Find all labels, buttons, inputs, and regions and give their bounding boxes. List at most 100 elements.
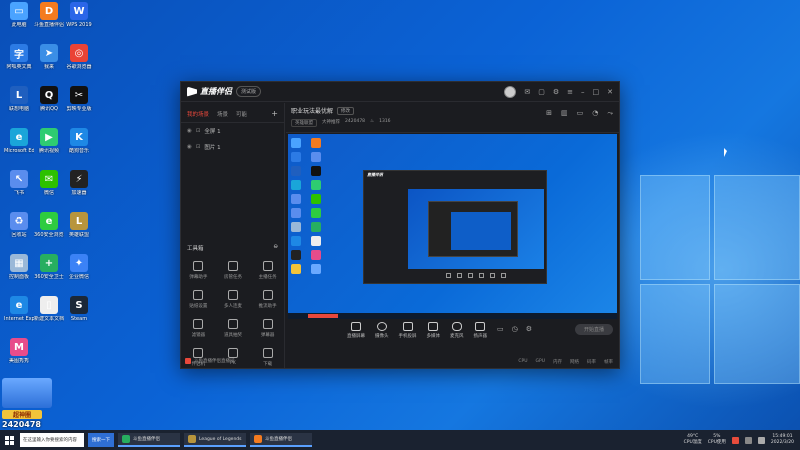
room-title[interactable]: 职业玩法最优解 xyxy=(291,106,333,115)
lol-icon: L xyxy=(70,212,88,230)
gift-icon[interactable]: ⊞ xyxy=(546,109,552,118)
quick-search-button[interactable]: 搜索一下 xyxy=(88,433,114,447)
tab-scenes[interactable]: 场景 xyxy=(217,110,228,118)
cpu-usage-label: CPU使用 xyxy=(707,440,726,445)
toolbox-item[interactable]: 下载 xyxy=(250,348,285,367)
desktop-icon[interactable]: L 联想电脑 xyxy=(4,86,34,112)
tool-icon xyxy=(227,348,238,358)
preview-taskbar xyxy=(288,313,617,319)
skin-icon[interactable]: ▢ xyxy=(538,88,545,96)
user-avatar[interactable] xyxy=(504,85,517,98)
desktop-icon[interactable]: ⚡ 加速器 xyxy=(64,170,94,196)
desktop-icon[interactable]: e Internet Explorer xyxy=(4,296,34,322)
desktop-icon[interactable]: ♻ 回收站 xyxy=(4,212,34,238)
desktop-icon[interactable]: ▶ 腾讯视频 xyxy=(34,128,64,154)
desktop-icon[interactable]: M 美图秀秀 xyxy=(4,338,34,364)
camera-button[interactable]: 摄像头 xyxy=(375,322,389,339)
toolbox-item[interactable]: 弹幕助手 xyxy=(181,261,216,280)
eye-icon[interactable]: ◉ xyxy=(187,128,192,134)
desktop-icon[interactable]: ↖ 飞书 xyxy=(4,170,34,196)
desktop-icon-label: 酷狗音乐 xyxy=(68,148,89,154)
settings-icon[interactable]: ⚙ xyxy=(526,325,532,333)
start-button[interactable] xyxy=(0,430,18,450)
cpu-temp-widget[interactable]: 49°C CPU温度 xyxy=(684,434,702,446)
clock-icon[interactable]: ◷ xyxy=(512,325,518,333)
room-category[interactable]: 英雄联盟 xyxy=(291,119,317,127)
screen-icon[interactable]: ▭ xyxy=(577,109,584,118)
record-icon[interactable]: ▭ xyxy=(497,325,504,333)
ime-icon[interactable] xyxy=(731,436,739,444)
desktop-icon[interactable]: ◎ 谷歌浏览器 xyxy=(64,44,94,70)
lock-icon[interactable]: ⊡ xyxy=(196,144,201,150)
scene-item[interactable]: ◉ ⊡ 全屏 1 xyxy=(181,123,284,139)
mail-icon[interactable]: ✉ xyxy=(524,88,530,96)
desktop-icon[interactable]: ▦ 控制面板 xyxy=(4,254,34,280)
tab-sources[interactable]: 可能 xyxy=(236,110,247,118)
clock[interactable]: 15:49:01 2022/3/20 xyxy=(771,434,794,446)
desktop-icon[interactable]: S Steam xyxy=(64,296,94,322)
scene-item[interactable]: ◉ ⊡ 图片 1 xyxy=(181,139,284,155)
desktop-icon[interactable]: K 酷狗音乐 xyxy=(64,128,94,154)
close-icon[interactable]: ✕ xyxy=(607,88,613,96)
desktop-icon[interactable]: ▭ 此电脑 xyxy=(4,2,34,28)
toolbox-item[interactable]: 贴纸设置 xyxy=(181,290,216,309)
taskbar-app[interactable]: 斗鱼直播伴侣 xyxy=(250,433,312,447)
douyu-icon xyxy=(185,358,191,364)
maximize-icon[interactable]: □ xyxy=(593,88,600,96)
desktop-icon[interactable]: ✉ 微信 xyxy=(34,170,64,196)
speaker-button[interactable]: 扬声器 xyxy=(474,322,487,339)
menu-icon[interactable]: ≡ xyxy=(567,88,573,96)
taskbar-app[interactable]: League of Legends xyxy=(184,433,246,447)
stream-preview[interactable]: 直播伴侣 xyxy=(288,134,617,319)
toolbox-item[interactable]: 多人连麦 xyxy=(216,290,251,309)
toolbox-item[interactable]: 滤镜器 xyxy=(181,319,216,338)
microphone-button[interactable]: 麦克风 xyxy=(450,322,464,339)
eye-icon[interactable]: ◉ xyxy=(187,144,192,150)
desktop-icon[interactable]: Q 腾讯QQ xyxy=(34,86,64,112)
toolbox-item[interactable]: 推流助手 xyxy=(250,290,285,309)
camera-icon xyxy=(376,322,387,331)
notification-icon[interactable]: ◔ xyxy=(592,109,598,118)
desktop-icon[interactable]: W WPS 2019 xyxy=(64,2,94,28)
volume-icon[interactable] xyxy=(757,436,765,444)
network-icon[interactable] xyxy=(744,436,752,444)
phone-cast-button[interactable]: 手机投屏 xyxy=(399,322,417,339)
desktop-icon[interactable]: +360安全卫士 xyxy=(34,254,64,280)
share-icon[interactable]: ⤳ xyxy=(607,109,613,118)
wecom-icon: ✦ xyxy=(70,254,88,272)
multimedia-button[interactable]: 多媒体 xyxy=(427,322,440,339)
screen-capture-button[interactable]: 直播屏幕 xyxy=(347,322,365,339)
desktop-icon[interactable]: e Microsoft Edge xyxy=(4,128,34,154)
settings-icon[interactable]: ⚙ xyxy=(553,88,559,96)
chart-icon[interactable]: ▥ xyxy=(561,109,568,118)
toolbox-more-icon[interactable]: ⊖ xyxy=(273,244,278,252)
desktop-icon[interactable]: e 360安全浏览器 xyxy=(34,212,64,238)
mouse-cursor-icon xyxy=(724,148,727,157)
toolbox-item[interactable]: 道具抽奖 xyxy=(216,319,251,338)
desktop-icon[interactable]: 字阿呱英文典 xyxy=(4,44,34,70)
desktop-icon[interactable]: L 英雄联盟 xyxy=(64,212,94,238)
edit-room-button[interactable]: 修改 xyxy=(337,106,355,115)
toolbox-item[interactable]: 主播任务 xyxy=(250,261,285,280)
taskbar-search-input[interactable]: 在这里输入你要搜索的内容 xyxy=(20,433,84,447)
add-scene-icon[interactable]: + xyxy=(271,109,278,118)
tencent-video-icon: ▶ xyxy=(40,128,58,146)
desktop-icon[interactable]: ➤ 我来 xyxy=(34,44,64,70)
lock-icon[interactable]: ⊡ xyxy=(196,128,201,134)
booster-icon: ⚡ xyxy=(70,170,88,188)
desktop-icon[interactable]: ▯ 新建文本文档 xyxy=(34,296,64,322)
tool-icon xyxy=(227,261,238,271)
tab-my-scenes[interactable]: 我的场景 xyxy=(187,110,209,118)
desktop-icon[interactable]: ✂ 剪映专业版 xyxy=(64,86,94,112)
desktop-icon[interactable]: ✦ 企业微信 xyxy=(64,254,94,280)
desktop-icon-label: 此电脑 xyxy=(11,22,27,28)
minimize-icon[interactable]: – xyxy=(581,88,585,96)
live-notice[interactable]: 斗鱼直播伴侣直播间 xyxy=(185,358,235,364)
toolbox-item[interactable]: 房管任务 xyxy=(216,261,251,280)
desktop-icon[interactable]: D 斗鱼直播伴侣 xyxy=(34,2,64,28)
start-live-button[interactable]: 开始直播 xyxy=(575,324,613,335)
toolbox-item[interactable]: 弹幕器 xyxy=(250,319,285,338)
cpu-usage-widget[interactable]: 5% CPU使用 xyxy=(708,434,726,446)
taskbar-app-label: 斗鱼直播伴侣 xyxy=(133,437,160,442)
taskbar-app[interactable]: 斗鱼直播伴侣 xyxy=(118,433,180,447)
